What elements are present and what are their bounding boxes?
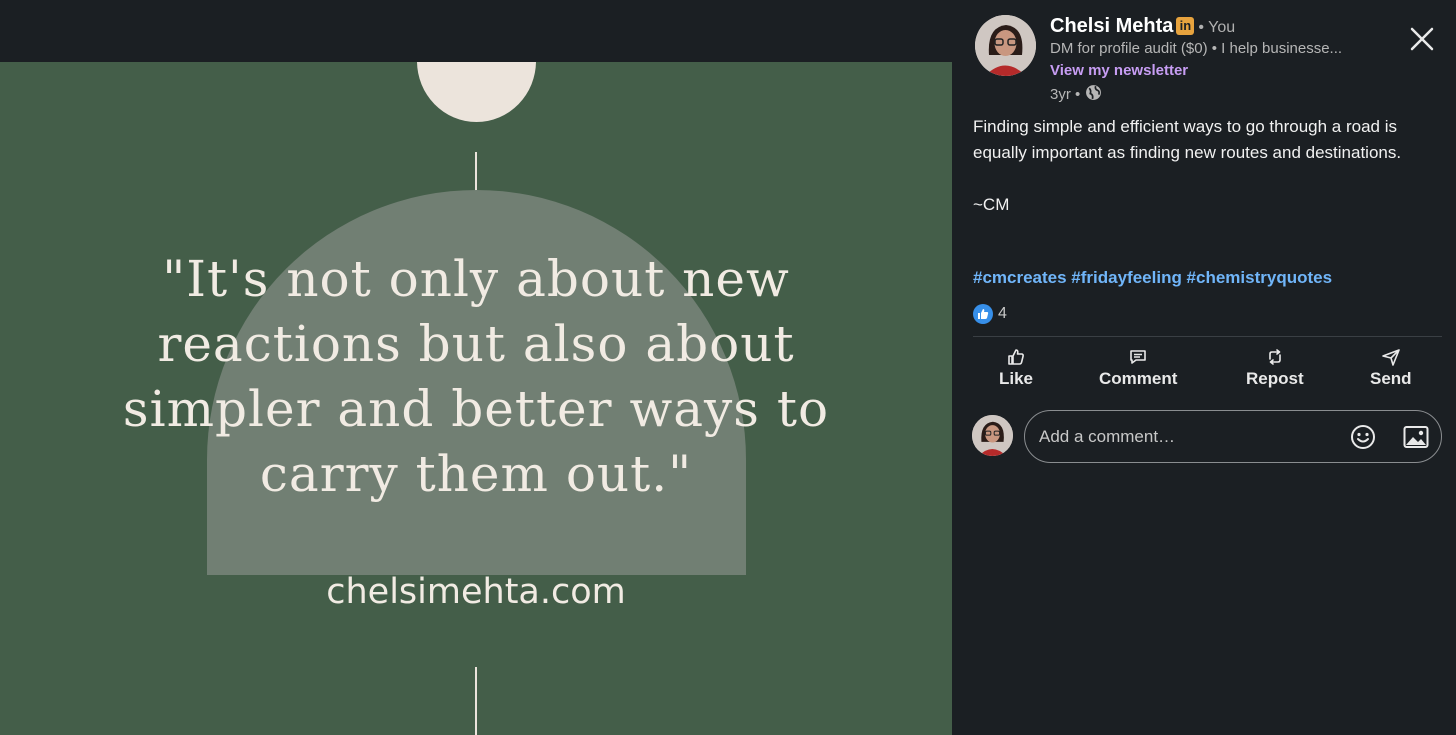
- relationship-label: • You: [1198, 19, 1236, 36]
- author-avatar[interactable]: [975, 15, 1036, 76]
- quote-text: "It's not only about new reactions but a…: [122, 250, 830, 503]
- send-label: Send: [1370, 369, 1412, 388]
- current-user-avatar: [972, 415, 1013, 456]
- comment-label: Comment: [1099, 369, 1178, 388]
- like-button[interactable]: Like: [999, 343, 1033, 389]
- reaction-count: 4: [998, 305, 1007, 322]
- globe-icon: [1085, 84, 1102, 105]
- linkedin-premium-icon: in: [1176, 17, 1195, 35]
- comment-icon: [1130, 350, 1147, 364]
- repost-label: Repost: [1246, 369, 1304, 388]
- emoji-icon[interactable]: [1350, 424, 1376, 455]
- post-action-bar: Like Comment Repost Send: [973, 343, 1442, 395]
- media-viewer: "It's not only about new reactions but a…: [0, 0, 952, 735]
- post-image[interactable]: "It's not only about new reactions but a…: [0, 62, 952, 735]
- post-signature: ~CM: [973, 195, 1010, 214]
- like-icon: [1008, 349, 1024, 365]
- post-timestamp: 3yr •: [1050, 86, 1081, 103]
- repost-icon: [1269, 349, 1281, 365]
- comment-input[interactable]: Add a comment…: [1024, 410, 1442, 463]
- viewer-top-bar: [0, 0, 952, 62]
- post-meta: 3yr •: [1050, 84, 1102, 105]
- post-body: Finding simple and efficient ways to go …: [973, 114, 1443, 218]
- author-name[interactable]: Chelsi Mehta: [1050, 15, 1173, 37]
- comment-button[interactable]: Comment: [1099, 343, 1177, 389]
- post-hashtags[interactable]: #cmcreates #fridayfeeling #chemistryquot…: [973, 268, 1332, 288]
- like-label: Like: [999, 369, 1034, 388]
- like-reaction-icon: [973, 304, 993, 324]
- post-text: Finding simple and efficient ways to go …: [973, 117, 1402, 162]
- send-icon: [1381, 349, 1400, 366]
- reactions-summary[interactable]: 4: [973, 304, 1007, 324]
- decorative-circle: [417, 62, 536, 122]
- website-text: chelsimehta.com: [326, 572, 626, 612]
- comment-placeholder: Add a comment…: [1039, 427, 1176, 446]
- send-button[interactable]: Send: [1370, 343, 1412, 389]
- author-headline: DM for profile audit ($0) • I help busin…: [1050, 40, 1343, 57]
- author-name-row[interactable]: Chelsi Mehta in • You: [1050, 15, 1235, 38]
- decorative-line-bottom: [475, 667, 477, 735]
- post-detail-panel: Chelsi Mehta in • You DM for profile audit…: [952, 0, 1456, 735]
- image-icon[interactable]: [1403, 425, 1429, 454]
- repost-button[interactable]: Repost: [1246, 343, 1304, 389]
- view-newsletter-link[interactable]: View my newsletter: [1050, 62, 1188, 79]
- divider: [973, 336, 1442, 337]
- close-icon[interactable]: [1407, 24, 1437, 54]
